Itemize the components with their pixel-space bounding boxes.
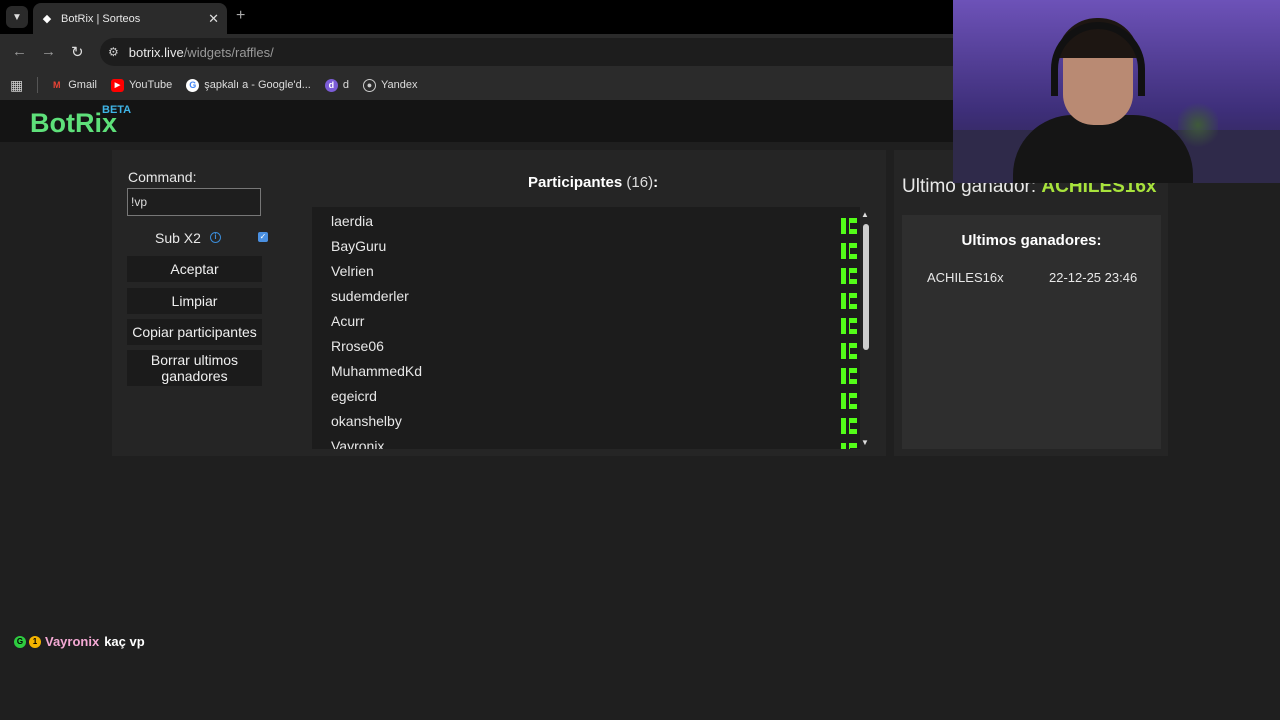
clear-button[interactable]: Limpiar [127, 288, 262, 314]
close-tab-icon[interactable]: ✕ [208, 11, 219, 27]
scroll-down-arrow[interactable]: ▼ [861, 438, 869, 447]
new-tab-button[interactable]: + [236, 7, 245, 25]
kick-icon [841, 393, 857, 409]
kick-icon [841, 243, 857, 259]
chat-message: G 1 Vayronix kaç vp [14, 634, 145, 649]
chat-text: kaç vp [104, 634, 145, 649]
globe-icon: ● [363, 78, 376, 92]
bookmark-gmail[interactable]: M Gmail [50, 79, 97, 92]
bookmark-d-icon: d [324, 78, 338, 92]
scroll-up-arrow[interactable]: ▲ [861, 210, 869, 219]
participants-list[interactable]: laerdia BayGuru Velrien sudemderler Acur… [312, 207, 860, 449]
sub-x2-label: Sub X2 [155, 230, 201, 246]
google-icon: G [186, 78, 200, 92]
sub-badge-icon: 1 [29, 635, 41, 648]
participants-title: Participantes (16): [528, 174, 659, 191]
kick-icon [841, 268, 857, 284]
apps-grid-icon[interactable]: ▦ [10, 77, 23, 94]
list-item[interactable]: Rrose06 [331, 338, 857, 363]
gift-badge-icon: G [14, 635, 26, 648]
list-item[interactable]: BayGuru [331, 238, 857, 263]
chat-username: Vayronix [45, 634, 100, 649]
back-icon[interactable]: ← [12, 43, 27, 60]
url-path: /widgets/raffles/ [183, 44, 274, 60]
url-host: botrix.live [128, 44, 184, 60]
last-winners-box: Ultimos ganadores: ACHILES16x 22-12-25 2… [902, 215, 1161, 449]
bookmark-youtube[interactable]: ▶ YouTube [110, 78, 172, 92]
winner-row-date: 22-12-25 23:46 [1049, 270, 1138, 285]
winner-row-name: ACHILES16x [927, 270, 1004, 285]
webcam-person-body [1013, 115, 1193, 183]
webcam-overlay [953, 0, 1280, 183]
bookmark-yandex[interactable]: ● Yandex [363, 78, 418, 92]
bookmark-google[interactable]: Gşapkalı a - Google'd... [186, 78, 311, 92]
forward-icon[interactable]: → [41, 43, 56, 60]
gmail-icon: M [52, 80, 61, 90]
kick-icon [841, 418, 857, 434]
list-item[interactable]: laerdia [331, 213, 857, 238]
delete-winners-button[interactable]: Borrar ultimos ganadores [127, 350, 262, 386]
list-item[interactable]: sudemderler [331, 288, 857, 313]
delete-winners-line2: ganadores [161, 368, 228, 384]
accept-button[interactable]: Aceptar [127, 256, 262, 282]
kick-icon [841, 368, 857, 384]
sub-x2-checkbox[interactable]: ✓ [258, 232, 268, 242]
site-info-icon[interactable]: ⚙ [108, 45, 119, 59]
participants-count: (16) [626, 174, 654, 191]
command-input[interactable] [127, 188, 261, 216]
list-item[interactable]: Velrien [331, 263, 857, 288]
list-item[interactable]: egeicrd [331, 388, 857, 413]
youtube-icon: ▶ [110, 78, 124, 92]
list-item[interactable]: MuhammedKd [331, 363, 857, 388]
bookmarks-separator [37, 77, 39, 93]
info-icon[interactable]: i [210, 232, 221, 243]
last-winners-title: Ultimos ganadores: [961, 232, 1102, 249]
command-label: Command: [128, 169, 197, 185]
list-item[interactable]: Vayronix [331, 438, 857, 449]
delete-winners-line1: Borrar ultimos [150, 352, 239, 368]
list-item[interactable]: Acurr [331, 313, 857, 338]
botrix-favicon-icon: ◆ [42, 12, 52, 25]
bookmark-d[interactable]: dd [324, 78, 349, 92]
kick-icon [841, 443, 857, 449]
scrollbar-thumb[interactable] [863, 224, 869, 350]
kick-icon [841, 218, 857, 234]
beta-badge: BETA [102, 104, 132, 116]
browser-tab[interactable]: ◆ BotRix | Sorteos ✕ [33, 3, 227, 34]
kick-icon [841, 343, 857, 359]
tab-search-button[interactable]: ▼ [6, 6, 28, 28]
reload-icon[interactable]: ↻ [71, 43, 84, 61]
kick-icon [841, 318, 857, 334]
list-item[interactable]: okanshelby [331, 413, 857, 438]
kick-icon [841, 293, 857, 309]
copy-participants-button[interactable]: Copiar participantes [127, 319, 262, 345]
tab-title: BotRix | Sorteos [61, 12, 141, 25]
